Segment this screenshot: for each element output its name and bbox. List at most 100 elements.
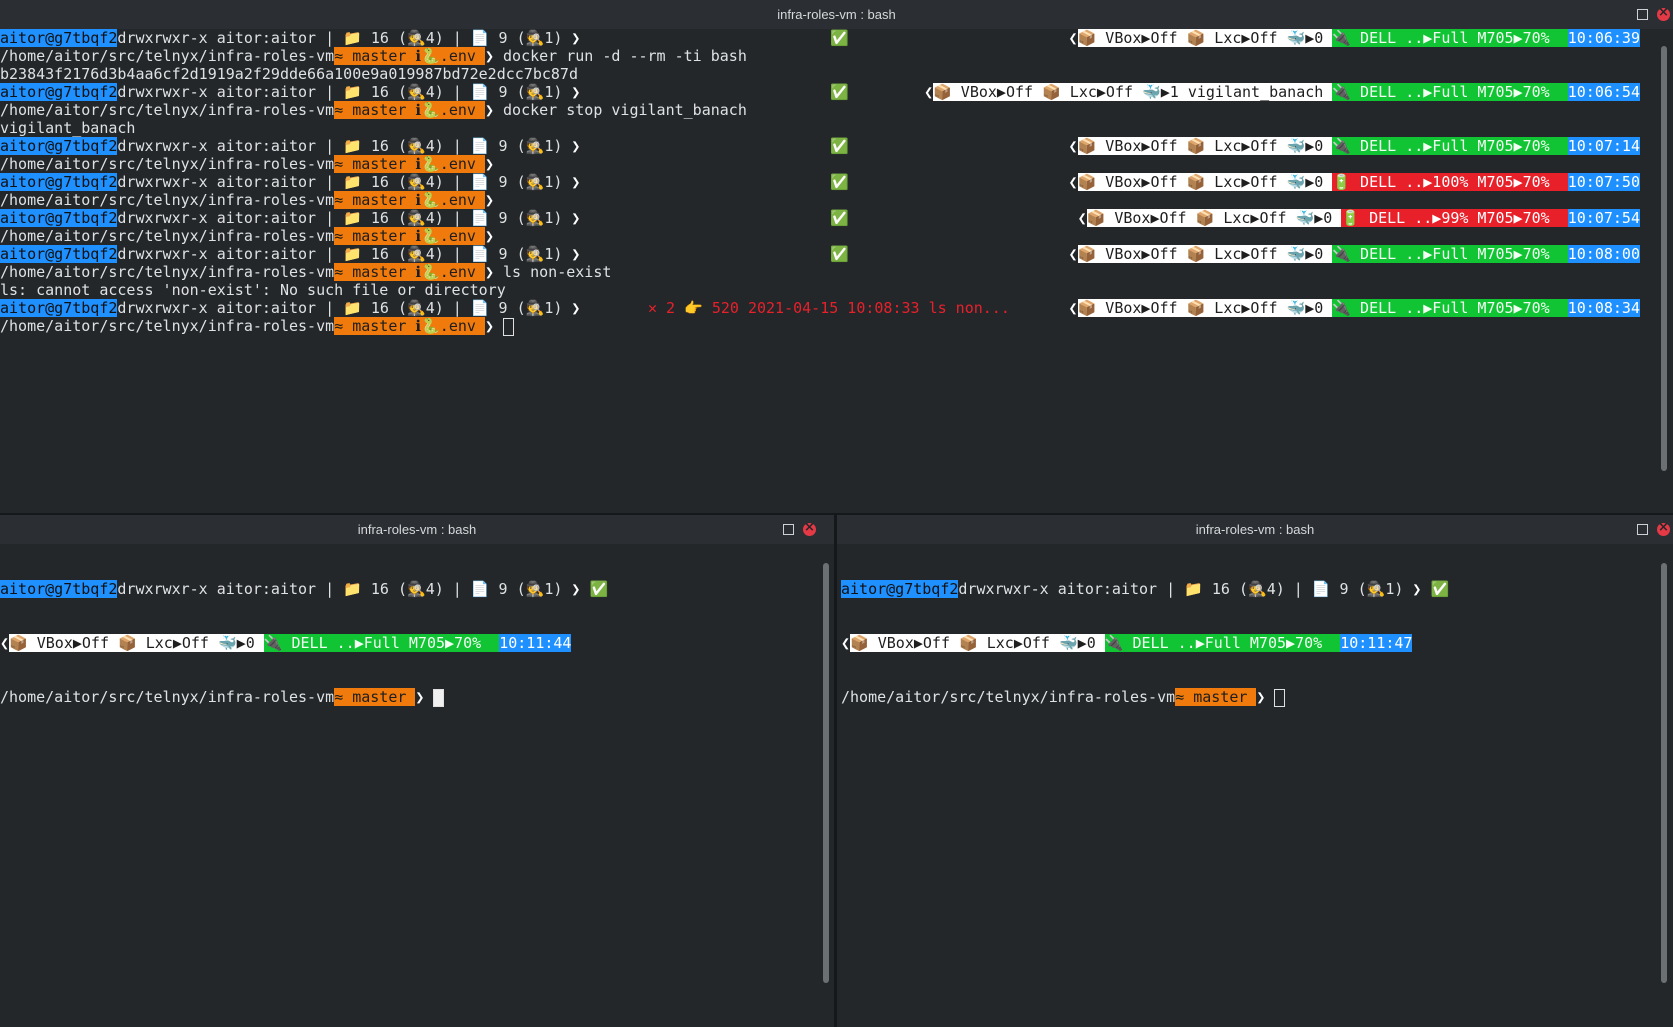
spacer	[1549, 209, 1568, 227]
prompt-path: /home/aitor/src/telnyx/infra-roles-vm	[0, 263, 335, 281]
spacer	[254, 634, 264, 652]
prompt-path: /home/aitor/src/telnyx/infra-roles-vm	[0, 101, 335, 119]
right-prompt-segments: ❮📦 VBox▶Off 📦 Lxc▶Off 🐳▶0 🔌 DELL ..▶Full…	[1069, 299, 1640, 317]
spacer	[1277, 29, 1287, 47]
clock-time: 10:06:39	[1567, 29, 1640, 47]
close-icon[interactable]	[1657, 5, 1670, 21]
docker-status: 🐳▶0	[1295, 209, 1333, 227]
segment-arrow-icon: ❮	[1077, 209, 1087, 227]
terminal-line: aitor@g7tbqf2drwxrwxr-x aitor:aitor | 📁 …	[0, 299, 1640, 317]
spacer	[1277, 299, 1287, 317]
prompt-path: /home/aitor/src/telnyx/infra-roles-vm	[0, 688, 335, 706]
spacer	[1277, 173, 1287, 191]
prompt-user: aitor@g7tbqf2	[0, 209, 118, 227]
maximize-icon[interactable]	[1637, 524, 1648, 535]
spacer	[109, 634, 119, 652]
segment-arrow-icon: ❮	[841, 634, 851, 652]
power-status: 🔌 DELL ..▶Full M705▶70%	[1104, 634, 1323, 652]
lxc-status: 📦 Lxc▶Off	[118, 634, 209, 652]
spacer	[1322, 634, 1341, 652]
top-terminal-output[interactable]: aitor@g7tbqf2drwxrwxr-x aitor:aitor | 📁 …	[0, 29, 1640, 336]
terminal-line: aitor@g7tbqf2drwxrwxr-x aitor:aitor | 📁 …	[0, 29, 1640, 47]
terminal-line: /home/aitor/src/telnyx/infra-roles-vm≈ m…	[0, 227, 1640, 245]
lxc-status: 📦 Lxc▶Off	[1186, 173, 1278, 191]
prompt-arrow-icon: ❯	[1256, 688, 1275, 706]
bottom-left-terminal-pane[interactable]: infra-roles-vm : bash aitor@g7tbqf2drwxr…	[0, 515, 834, 1027]
maximize-icon[interactable]	[783, 524, 794, 535]
prompt-path: /home/aitor/src/telnyx/infra-roles-vm	[841, 688, 1176, 706]
spacer	[1177, 245, 1187, 263]
terminal-line: /home/aitor/src/telnyx/infra-roles-vm≈ m…	[0, 47, 1640, 65]
close-icon[interactable]	[803, 520, 816, 536]
prompt-perms: drwxrwxr-x aitor:aitor	[117, 29, 317, 47]
terminal-line: vigilant_banach	[0, 119, 1640, 137]
command-output: ls: cannot access 'non-exist': No such f…	[0, 281, 506, 299]
prompt-arrow-icon: ❯	[571, 245, 581, 263]
prompt-perms: drwxrwxr-x aitor:aitor	[117, 580, 317, 598]
right-prompt-segments: ❮📦 VBox▶Off 📦 Lxc▶Off 🐳▶0 🔋 DELL ..▶99% …	[1078, 209, 1640, 227]
docker-status: 🐳▶0	[1286, 137, 1324, 155]
prompt-dirs: | 📁 16 (🕵4) | 📄 9 (🕵1)	[1157, 580, 1413, 598]
prompt-dirs: | 📁 16 (🕵4) | 📄 9 (🕵1)	[316, 245, 572, 263]
spacer	[1133, 83, 1143, 101]
git-branch: ≈ master ℹ🐍.env	[334, 263, 485, 281]
status-ok-icon: ✅	[830, 209, 849, 227]
power-status: 🔌 DELL ..▶Full M705▶70%	[1332, 83, 1550, 101]
spacer	[1177, 173, 1187, 191]
status-ok-icon: ✅	[1430, 580, 1450, 598]
bottom-left-terminal-output[interactable]: aitor@g7tbqf2drwxrwxr-x aitor:aitor | 📁 …	[0, 544, 820, 742]
spacer	[1277, 137, 1287, 155]
right-prompt-segments: ❮📦 VBox▶Off 📦 Lxc▶Off 🐳▶0 🔌 DELL ..▶Full…	[1069, 245, 1640, 263]
terminal-cursor	[1274, 688, 1286, 707]
spacer	[1549, 245, 1568, 263]
segment-arrow-icon: ❮	[1068, 29, 1078, 47]
prompt-perms: drwxrwxr-x aitor:aitor	[117, 299, 317, 317]
vbox-status: 📦 VBox▶Off	[1086, 209, 1187, 227]
spacer	[1033, 83, 1043, 101]
terminal-line: b23843f2176d3b4aa6cf2d1919a2f29dde66a100…	[0, 65, 1640, 83]
command-text	[494, 317, 503, 335]
prompt-user: aitor@g7tbqf2	[0, 137, 118, 155]
docker-status: 🐳▶0	[1059, 634, 1096, 652]
bottom-right-terminal-pane[interactable]: infra-roles-vm : bash aitor@g7tbqf2drwxr…	[837, 515, 1673, 1027]
prompt-dirs: | 📁 16 (🕵4) | 📄 9 (🕵1)	[316, 299, 572, 317]
terminal-cursor	[433, 688, 445, 707]
bottom-left-scrollbar[interactable]	[823, 563, 829, 983]
close-icon[interactable]	[1657, 520, 1670, 536]
vbox-status: 📦 VBox▶Off	[933, 83, 1034, 101]
power-status: 🔌 DELL ..▶Full M705▶70%	[263, 634, 482, 652]
prompt-path: /home/aitor/src/telnyx/infra-roles-vm	[0, 191, 335, 209]
lxc-status: 📦 Lxc▶Off	[1186, 29, 1278, 47]
terminal-line: aitor@g7tbqf2drwxrwxr-x aitor:aitor | 📁 …	[0, 137, 1640, 155]
segment-arrow-icon: ❮	[1068, 137, 1078, 155]
prompt-perms: drwxrwxr-x aitor:aitor	[117, 137, 317, 155]
spacer	[1323, 245, 1333, 263]
prompt-perms: drwxrwxr-x aitor:aitor	[117, 173, 317, 191]
command-text: docker run -d --rm -ti bash	[493, 47, 747, 65]
bottom-right-titlebar: infra-roles-vm : bash	[837, 515, 1673, 544]
docker-status: 🐳▶0	[1286, 29, 1324, 47]
bottom-right-scrollbar[interactable]	[1661, 563, 1667, 983]
spacer	[1177, 137, 1187, 155]
prompt-arrow-icon: ❯	[571, 29, 581, 47]
prompt-arrow-icon: ❯	[571, 137, 581, 155]
power-status: 🔋 DELL ..▶99% M705▶70%	[1341, 209, 1550, 227]
prompt-arrow-icon: ❯	[571, 209, 581, 227]
top-terminal-pane[interactable]: infra-roles-vm : bash aitor@g7tbqf2drwxr…	[0, 0, 1673, 513]
terminal-cursor	[503, 317, 515, 336]
prompt-dirs: | 📁 16 (🕵4) | 📄 9 (🕵1)	[316, 173, 572, 191]
prompt-arrow-icon: ❯	[484, 263, 494, 281]
spacer	[1286, 209, 1296, 227]
maximize-icon[interactable]	[1637, 9, 1648, 20]
lxc-status: 📦 Lxc▶Off	[959, 634, 1050, 652]
status-ok-icon: ✅	[830, 173, 849, 191]
spacer	[1549, 29, 1568, 47]
right-prompt-segments: ❮📦 VBox▶Off 📦 Lxc▶Off 🐳▶0 🔋 DELL ..▶100%…	[1069, 173, 1640, 191]
prompt-arrow-icon: ❯	[484, 317, 494, 335]
prompt-path: /home/aitor/src/telnyx/infra-roles-vm	[0, 317, 335, 335]
bottom-right-terminal-output[interactable]: aitor@g7tbqf2drwxrwxr-x aitor:aitor | 📁 …	[841, 544, 1641, 742]
prompt-user: aitor@g7tbqf2	[0, 245, 118, 263]
terminal-line: aitor@g7tbqf2drwxrwxr-x aitor:aitor | 📁 …	[0, 209, 1640, 227]
top-scrollbar[interactable]	[1661, 46, 1667, 471]
segment-arrow-icon: ❮	[924, 83, 934, 101]
